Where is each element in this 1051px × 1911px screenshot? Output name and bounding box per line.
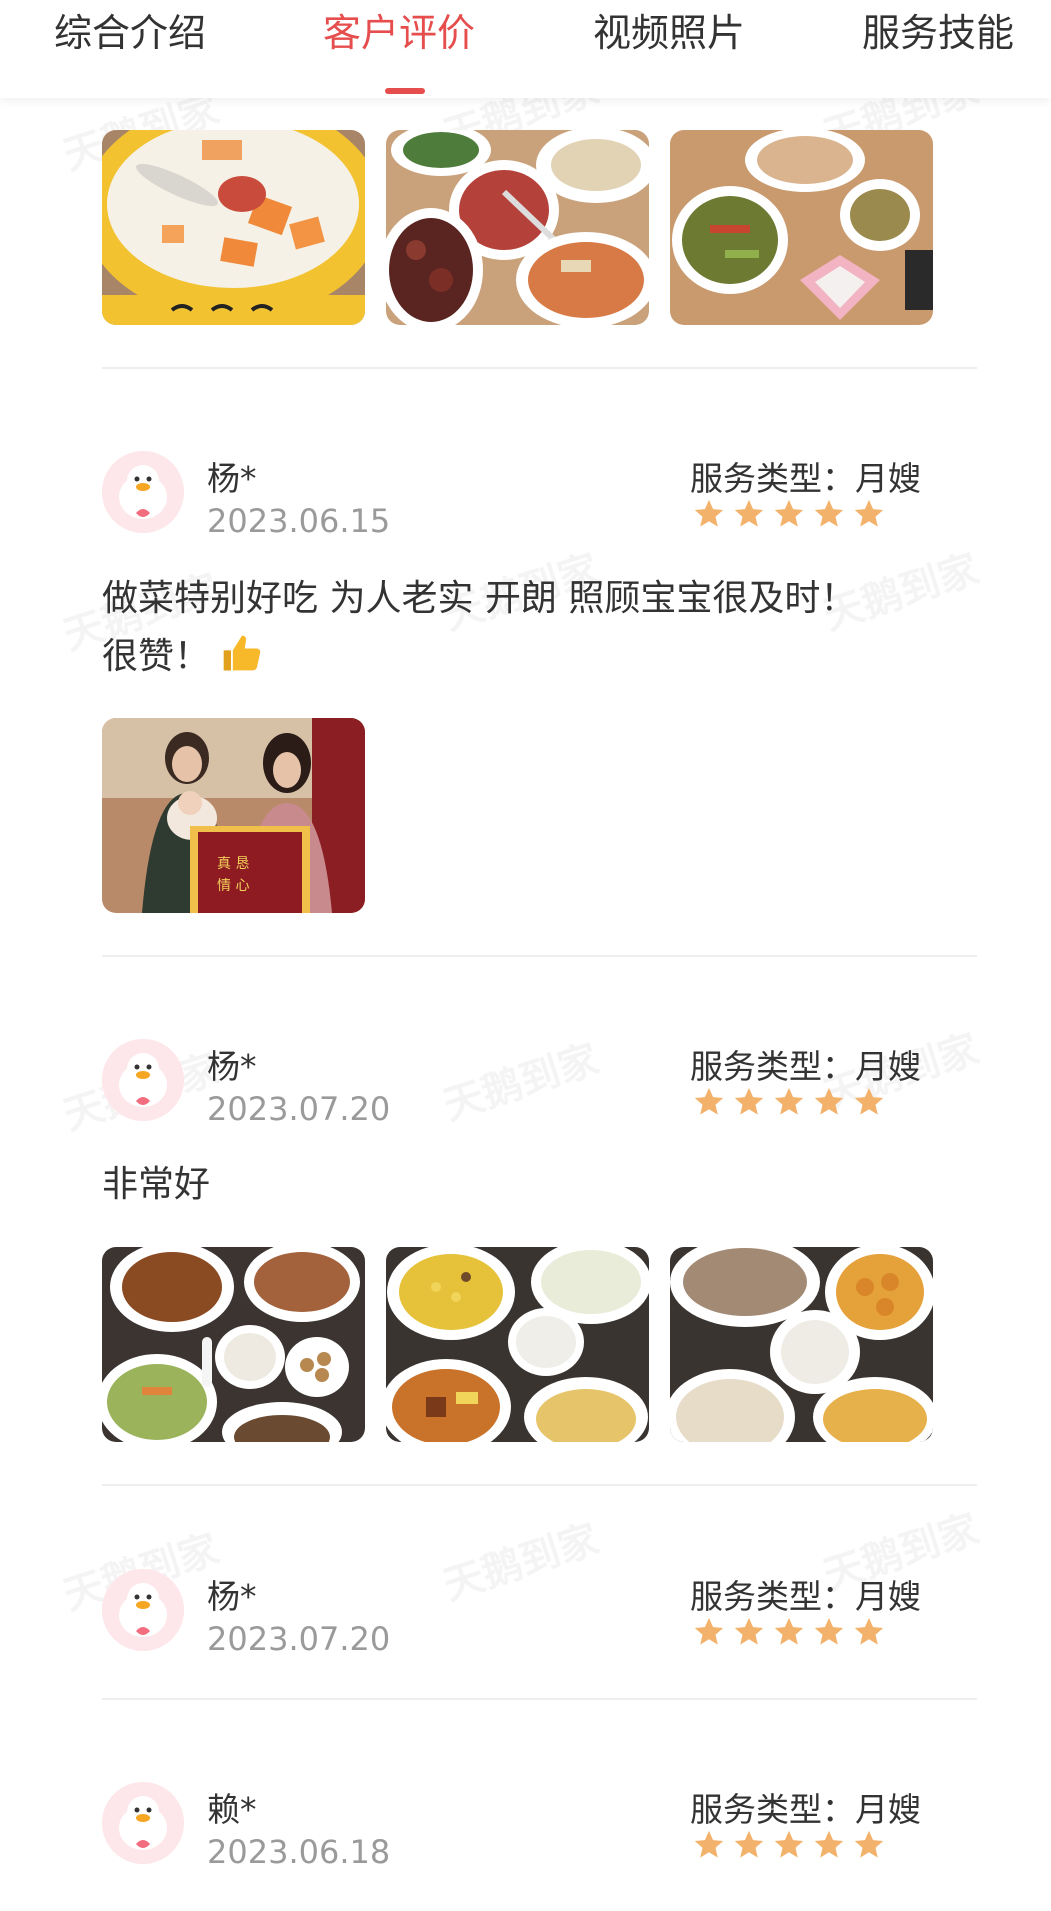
avatar bbox=[102, 1039, 184, 1121]
star-icon bbox=[812, 1828, 846, 1862]
star-icon bbox=[772, 1828, 806, 1862]
star-icon bbox=[692, 1085, 726, 1119]
avatar bbox=[102, 451, 184, 533]
star-icon bbox=[812, 1085, 846, 1119]
tab-intro[interactable]: 综合介绍 bbox=[54, 8, 206, 58]
reviewer-name: 赖* bbox=[207, 1790, 257, 1829]
tab-reviews[interactable]: 客户评价 bbox=[323, 8, 475, 58]
star-icon bbox=[692, 1828, 726, 1862]
star-icon bbox=[852, 1085, 886, 1119]
reviewer-name: 杨* bbox=[207, 1577, 257, 1616]
star-icon bbox=[732, 1085, 766, 1119]
star-icon bbox=[692, 1615, 726, 1649]
service-type: 服务类型：月嫂 bbox=[690, 1790, 921, 1829]
star-rating bbox=[692, 1615, 886, 1649]
reviewer-name: 杨* bbox=[207, 459, 257, 498]
star-icon bbox=[772, 497, 806, 531]
review-photo[interactable] bbox=[386, 1247, 649, 1442]
star-icon bbox=[772, 1085, 806, 1119]
star-icon bbox=[852, 1828, 886, 1862]
tab-skills[interactable]: 服务技能 bbox=[862, 8, 1014, 58]
review-list: 杨* 2023.06.15 服务类型：月嫂 做菜特别好吃 为人老实 开朗 照顾宝… bbox=[0, 0, 1051, 1911]
avatar bbox=[102, 1569, 184, 1651]
review-date: 2023.07.20 bbox=[207, 1090, 391, 1128]
review-photo[interactable] bbox=[670, 130, 933, 325]
review-comment-text: 非常好 bbox=[102, 1164, 211, 1205]
thumbs-up-icon bbox=[220, 632, 264, 676]
review-date: 2023.06.18 bbox=[207, 1833, 391, 1871]
reviewer-name: 杨* bbox=[207, 1047, 257, 1086]
star-icon bbox=[772, 1615, 806, 1649]
review-comment-text: 做菜特别好吃 为人老实 开朗 照顾宝宝很及时！很赞！ bbox=[102, 578, 857, 677]
review-photo[interactable] bbox=[670, 1247, 933, 1442]
active-tab-indicator bbox=[385, 88, 425, 94]
svg-text:情 心: 情 心 bbox=[217, 878, 249, 894]
review-photo[interactable] bbox=[102, 130, 365, 325]
tab-media[interactable]: 视频照片 bbox=[593, 8, 745, 58]
review-divider bbox=[102, 367, 977, 369]
star-icon bbox=[732, 1828, 766, 1862]
star-icon bbox=[852, 1615, 886, 1649]
review-date: 2023.07.20 bbox=[207, 1620, 391, 1658]
review-photo[interactable]: 真 恳 情 心 bbox=[102, 718, 365, 913]
star-rating bbox=[692, 497, 886, 531]
star-icon bbox=[732, 1615, 766, 1649]
star-rating bbox=[692, 1085, 886, 1119]
star-icon bbox=[812, 1615, 846, 1649]
tab-bar: 综合介绍 客户评价 视频照片 服务技能 bbox=[0, 0, 1051, 98]
star-rating bbox=[692, 1828, 886, 1862]
star-icon bbox=[732, 497, 766, 531]
svg-text:真 恳: 真 恳 bbox=[217, 856, 249, 872]
service-type: 服务类型：月嫂 bbox=[690, 1577, 921, 1616]
star-icon bbox=[812, 497, 846, 531]
review-photo[interactable] bbox=[386, 130, 649, 325]
star-icon bbox=[852, 497, 886, 531]
review-divider bbox=[102, 1484, 977, 1486]
review-divider bbox=[102, 955, 977, 957]
review-comment: 做菜特别好吃 为人老实 开朗 照顾宝宝很及时！很赞！ bbox=[102, 570, 892, 686]
review-comment: 非常好 bbox=[102, 1156, 892, 1214]
star-icon bbox=[692, 497, 726, 531]
review-date: 2023.06.15 bbox=[207, 502, 391, 540]
avatar bbox=[102, 1782, 184, 1864]
service-type: 服务类型：月嫂 bbox=[690, 459, 921, 498]
review-divider bbox=[102, 1698, 977, 1700]
review-photo[interactable] bbox=[102, 1247, 365, 1442]
service-type: 服务类型：月嫂 bbox=[690, 1047, 921, 1086]
